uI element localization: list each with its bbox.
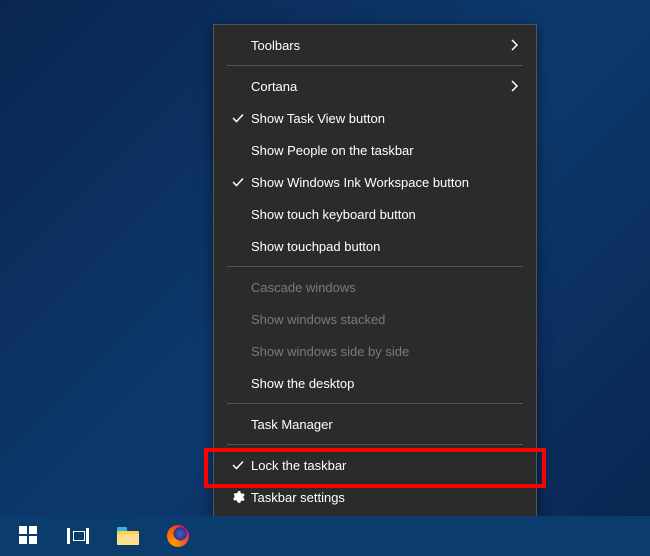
gear-icon xyxy=(225,490,251,504)
menu-separator xyxy=(227,403,523,404)
menu-item-cortana[interactable]: Cortana xyxy=(215,70,535,102)
taskbar-context-menu: Toolbars Cortana Show Task View button Show… xyxy=(213,24,537,518)
menu-item-label: Show Task View button xyxy=(251,111,519,126)
menu-item-label: Taskbar settings xyxy=(251,490,519,505)
chevron-right-icon xyxy=(503,39,519,51)
menu-item-label: Toolbars xyxy=(251,38,503,53)
menu-item-show-touch-keyboard-button[interactable]: Show touch keyboard button xyxy=(215,198,535,230)
menu-item-show-windows-stacked: Show windows stacked xyxy=(215,303,535,335)
menu-item-label: Show the desktop xyxy=(251,376,519,391)
menu-item-label: Show windows side by side xyxy=(251,344,519,359)
menu-item-taskbar-settings[interactable]: Taskbar settings xyxy=(215,481,535,513)
menu-item-lock-the-taskbar[interactable]: Lock the taskbar xyxy=(215,449,535,481)
menu-separator xyxy=(227,266,523,267)
menu-item-label: Show touchpad button xyxy=(251,239,519,254)
start-button[interactable] xyxy=(4,516,52,556)
menu-separator xyxy=(227,444,523,445)
windows-icon xyxy=(19,526,37,547)
menu-item-cascade-windows: Cascade windows xyxy=(215,271,535,303)
task-view-icon xyxy=(67,528,89,544)
task-view-button[interactable] xyxy=(54,516,102,556)
menu-item-task-manager[interactable]: Task Manager xyxy=(215,408,535,440)
menu-item-show-windows-ink-workspace-button[interactable]: Show Windows Ink Workspace button xyxy=(215,166,535,198)
menu-item-label: Show touch keyboard button xyxy=(251,207,519,222)
check-icon xyxy=(225,111,251,125)
menu-item-show-people-on-the-taskbar[interactable]: Show People on the taskbar xyxy=(215,134,535,166)
menu-item-label: Lock the taskbar xyxy=(251,458,519,473)
check-icon xyxy=(225,458,251,472)
check-icon xyxy=(225,175,251,189)
menu-separator xyxy=(227,65,523,66)
menu-item-show-task-view-button[interactable]: Show Task View button xyxy=(215,102,535,134)
menu-item-show-windows-side-by-side: Show windows side by side xyxy=(215,335,535,367)
menu-item-show-touchpad-button[interactable]: Show touchpad button xyxy=(215,230,535,262)
taskbar xyxy=(0,516,650,556)
menu-item-label: Show Windows Ink Workspace button xyxy=(251,175,519,190)
menu-item-toolbars[interactable]: Toolbars xyxy=(215,29,535,61)
menu-item-label: Task Manager xyxy=(251,417,519,432)
menu-item-label: Show windows stacked xyxy=(251,312,519,327)
firefox-icon xyxy=(167,525,189,547)
file-explorer-button[interactable] xyxy=(104,516,152,556)
firefox-button[interactable] xyxy=(154,516,202,556)
chevron-right-icon xyxy=(503,80,519,92)
file-explorer-icon xyxy=(117,527,139,545)
menu-item-label: Show People on the taskbar xyxy=(251,143,519,158)
menu-item-show-the-desktop[interactable]: Show the desktop xyxy=(215,367,535,399)
menu-item-label: Cortana xyxy=(251,79,503,94)
menu-item-label: Cascade windows xyxy=(251,280,519,295)
